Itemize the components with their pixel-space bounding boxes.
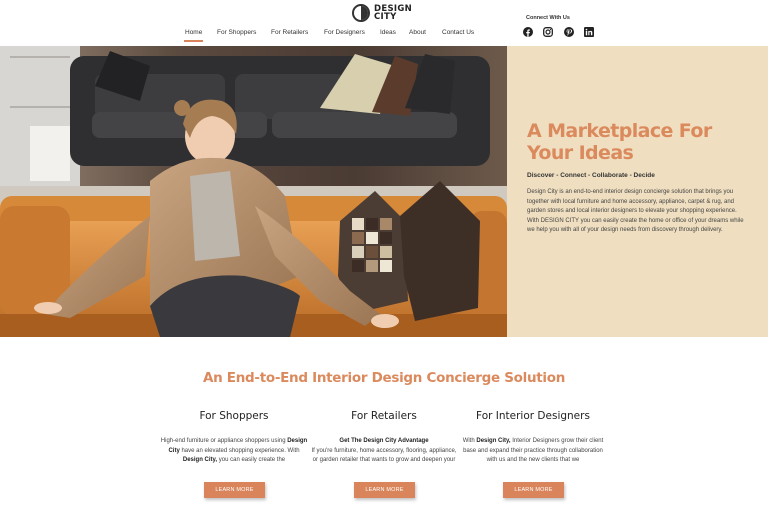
nav-for-shoppers[interactable]: For Shoppers — [217, 29, 256, 36]
hero-body: Design City is an end-to-end interior de… — [527, 189, 744, 234]
shoppers-description: High-end furniture or appliance shoppers… — [160, 438, 308, 464]
designers-column: For Interior Designers With Design City,… — [458, 410, 608, 475]
facebook-icon[interactable] — [523, 27, 533, 37]
nav-home[interactable]: Home — [183, 29, 204, 42]
hero-tagline: Discover - Connect - Collaborate - Decid… — [527, 172, 655, 179]
instagram-icon[interactable] — [543, 27, 553, 37]
retailers-description: Get The Design City Advantage If you're f… — [311, 438, 457, 464]
hero-image — [0, 46, 507, 337]
retailers-column: For Retailers Get The Design City Advant… — [309, 410, 459, 475]
main-nav: Home For Shoppers For Retailers For Desi… — [0, 29, 768, 43]
nav-ideas[interactable]: Ideas — [380, 29, 396, 36]
shoppers-heading: For Shoppers — [199, 410, 269, 422]
designers-learn-more-button[interactable]: LEARN MORE — [503, 482, 564, 498]
designers-heading: For Interior Designers — [476, 410, 590, 422]
hero-title: A Marketplace For Your Ideas — [527, 120, 712, 164]
shoppers-column: For Shoppers High-end furniture or appli… — [159, 410, 309, 475]
retailers-learn-more-button[interactable]: LEARN MORE — [354, 482, 415, 498]
nav-for-retailers[interactable]: For Retailers — [271, 29, 308, 36]
designers-description: With Design City, Interior Designers gro… — [462, 438, 604, 464]
section-title: An End-to-End Interior Design Concierge … — [202, 370, 566, 386]
retailers-heading: For Retailers — [351, 410, 417, 422]
logo[interactable]: DESIGN CITY — [352, 4, 412, 22]
connect-heading: Connect With Us — [526, 15, 570, 21]
site-header: DESIGN CITY Home For Shoppers For Retail… — [0, 0, 768, 46]
logo-mark-icon — [352, 4, 370, 22]
nav-about[interactable]: About — [409, 29, 426, 36]
linkedin-icon[interactable] — [584, 27, 594, 37]
pinterest-icon[interactable] — [564, 27, 574, 37]
shoppers-learn-more-button[interactable]: LEARN MORE — [204, 482, 265, 498]
nav-contact-us[interactable]: Contact Us — [442, 29, 474, 36]
nav-for-designers[interactable]: For Designers — [324, 29, 365, 36]
logo-text: DESIGN CITY — [374, 4, 413, 22]
